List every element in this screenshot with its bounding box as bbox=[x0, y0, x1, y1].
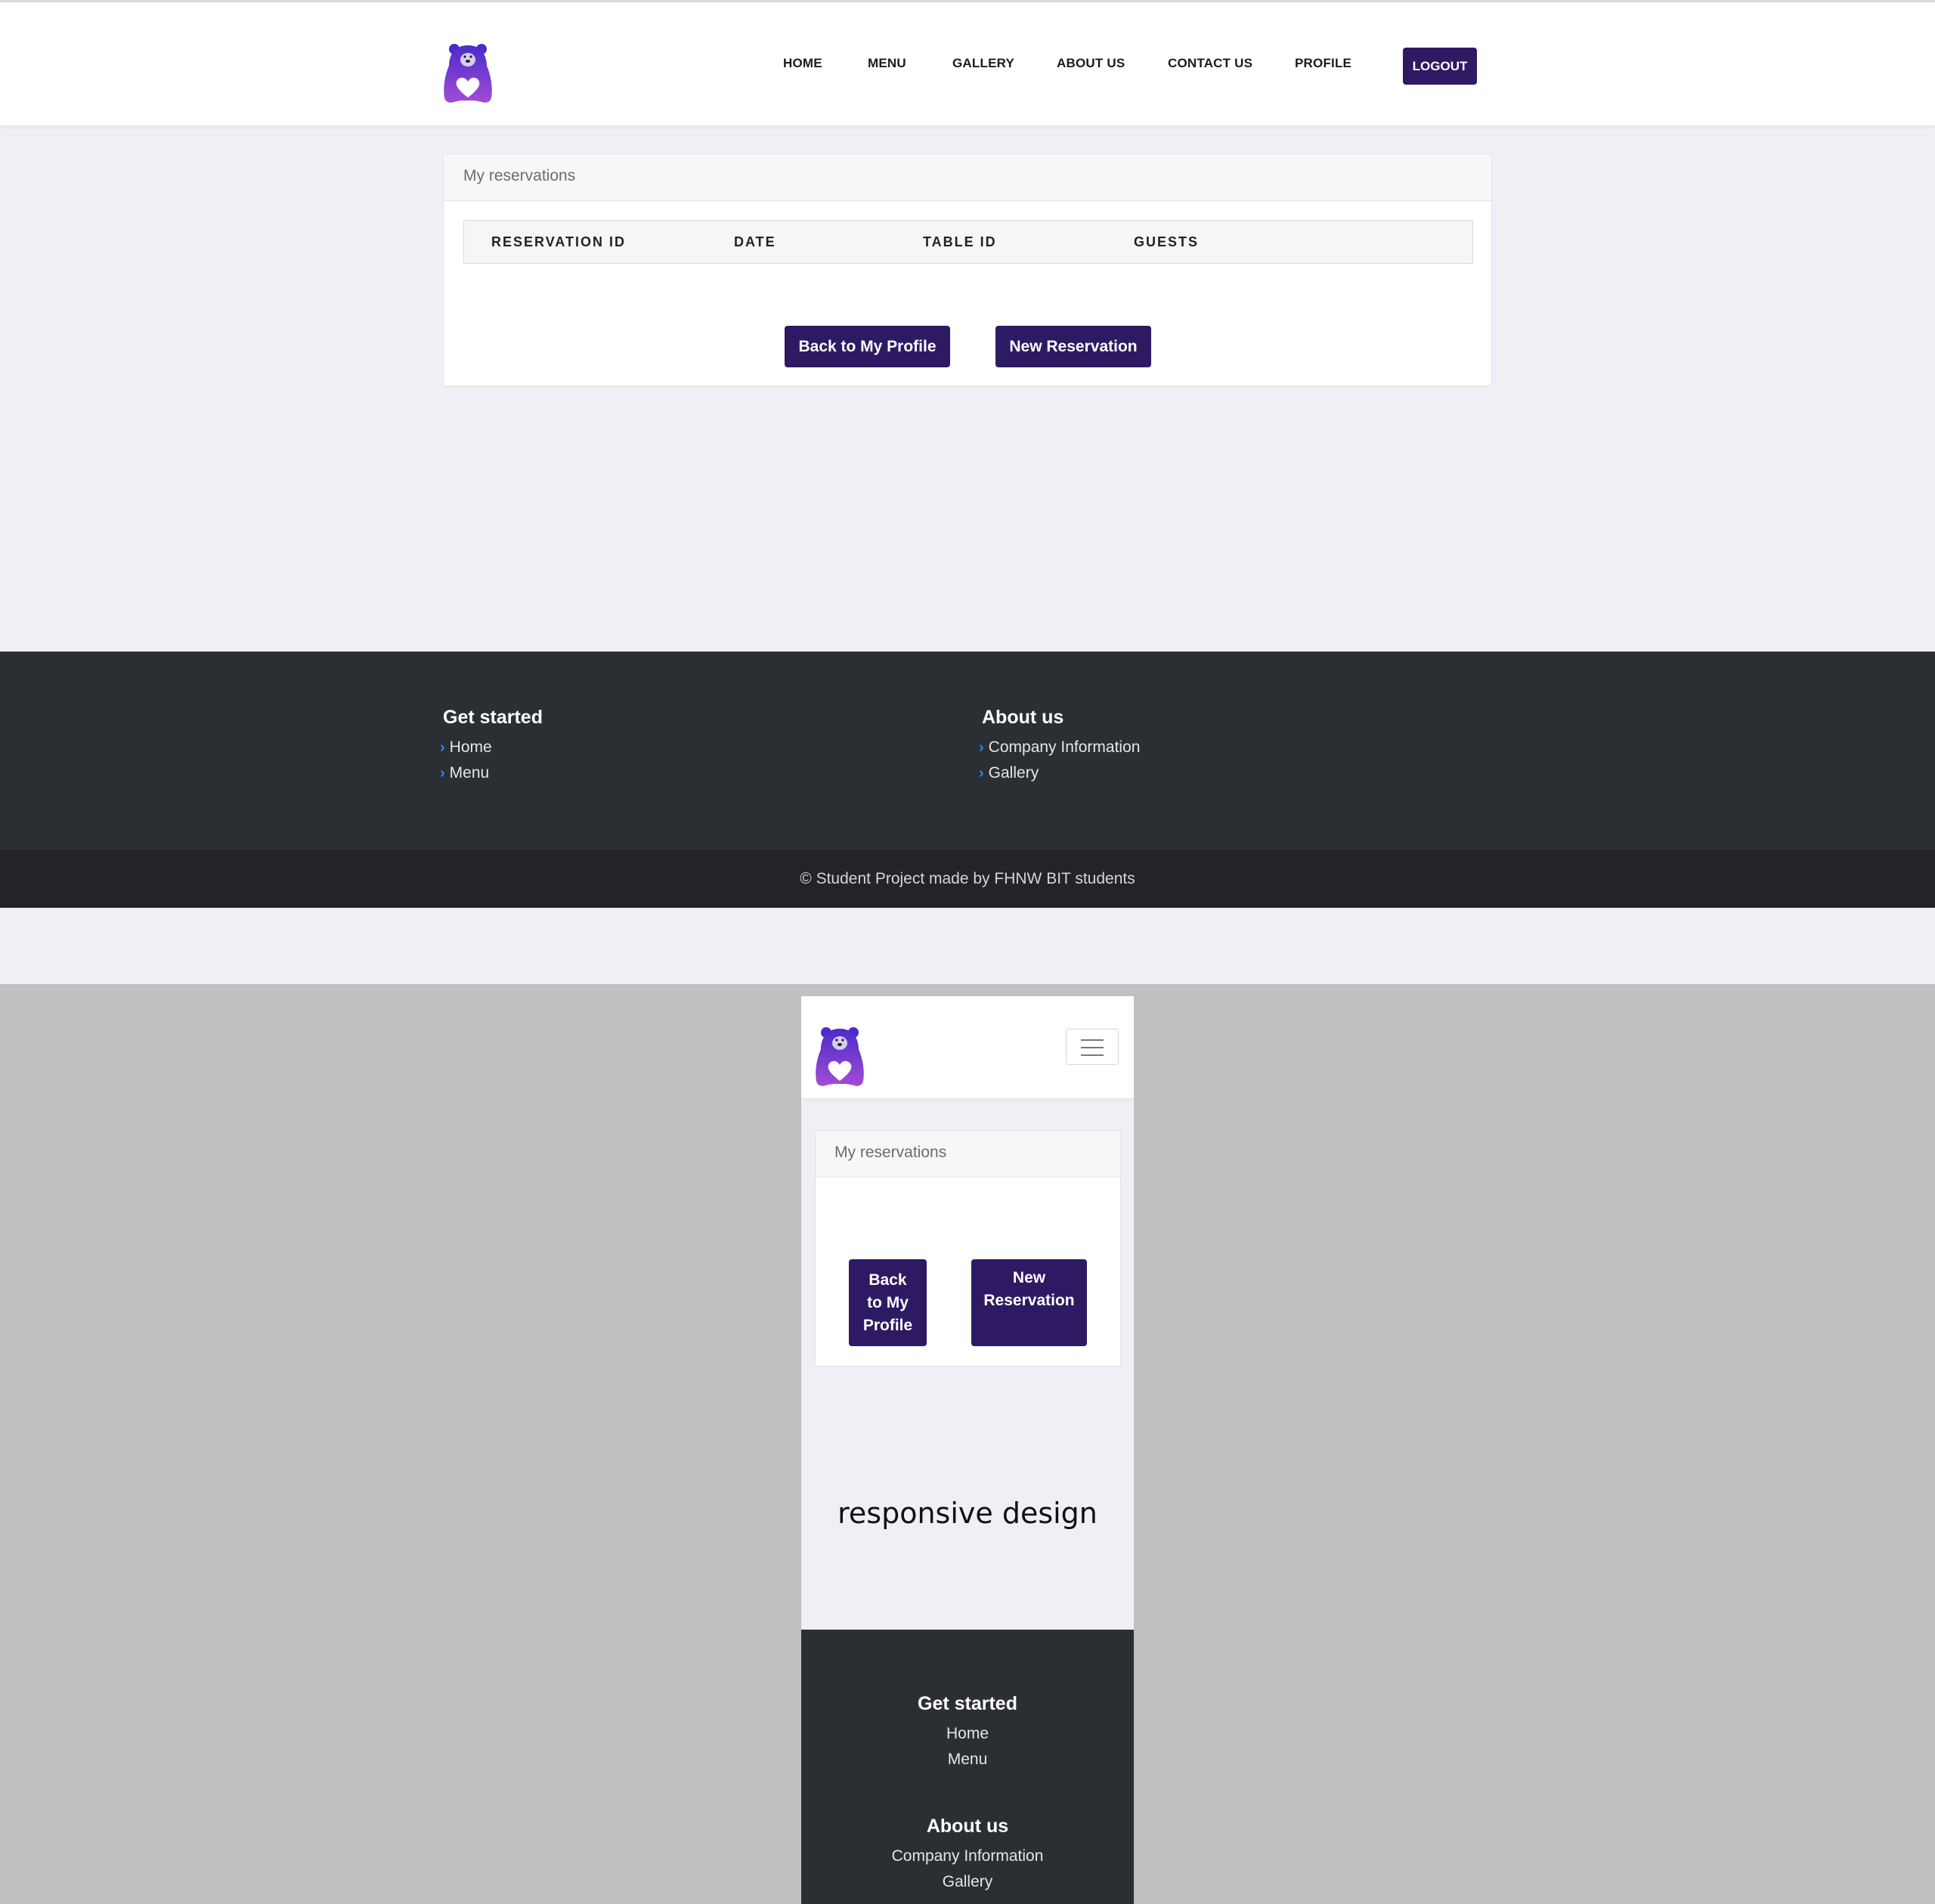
footer-link-label: Company Information bbox=[988, 738, 1141, 756]
button-label-line: Reservation bbox=[983, 1292, 1075, 1309]
column-header-table-id: TABLE ID bbox=[923, 234, 997, 249]
nav-home[interactable]: HOME bbox=[783, 56, 822, 71]
desktop-navbar: HOME MENU GALLERY ABOUT US CONTACT US PR… bbox=[0, 2, 1935, 125]
button-label-line: Profile bbox=[862, 1316, 913, 1334]
table-header-row: RESERVATION ID DATE TABLE ID GUESTS bbox=[463, 220, 1473, 264]
desktop-footer: Get started › Home › Menu About us › Compan… bbox=[0, 652, 1935, 850]
hamburger-icon-bar bbox=[1081, 1054, 1104, 1056]
column-header-reservation-id: RESERVATION ID bbox=[491, 234, 627, 249]
mobile-back-to-profile-button[interactable]: Back to My Profile bbox=[849, 1259, 927, 1346]
footer-link-company-information[interactable]: Company Information bbox=[801, 1847, 1134, 1865]
bear-logo-icon[interactable] bbox=[443, 43, 493, 104]
column-header-date: DATE bbox=[734, 234, 776, 249]
mobile-new-reservation-button[interactable]: New Reservation bbox=[971, 1259, 1087, 1346]
mobile-navbar bbox=[801, 996, 1134, 1098]
footer-link-home[interactable]: › Home bbox=[440, 738, 492, 757]
reservations-card: My reservations RESERVATION ID DATE TABL… bbox=[443, 153, 1492, 386]
copyright-bar: © Student Project made by FHNW BIT stude… bbox=[0, 850, 1935, 908]
mobile-reservations-card: My reservations Back to My Profile New R… bbox=[815, 1130, 1121, 1367]
button-label-line: to My bbox=[867, 1293, 909, 1311]
nav-gallery[interactable]: GALLERY bbox=[952, 56, 1014, 71]
footer-about-us-title: About us bbox=[926, 1816, 1009, 1837]
column-header-guests: GUESTS bbox=[1134, 234, 1200, 249]
hamburger-menu-button[interactable] bbox=[1066, 1029, 1119, 1065]
footer-link-menu[interactable]: › Menu bbox=[440, 764, 489, 782]
chevron-right-icon: › bbox=[440, 765, 445, 782]
footer-link-label: Menu bbox=[449, 764, 490, 782]
footer-link-gallery[interactable]: › Gallery bbox=[979, 764, 1039, 782]
button-label: New Reservation bbox=[983, 1267, 1074, 1312]
card-title: My reservations bbox=[444, 154, 1491, 201]
back-to-profile-button[interactable]: Back to My Profile bbox=[785, 326, 950, 367]
card-title: My reservations bbox=[816, 1131, 1120, 1178]
footer-link-menu[interactable]: Menu bbox=[801, 1751, 1134, 1769]
bear-logo-icon[interactable] bbox=[815, 1026, 865, 1087]
nav-contact-us[interactable]: CONTACT US bbox=[1168, 56, 1252, 71]
chevron-right-icon: › bbox=[979, 739, 984, 756]
footer-about-us-title: About us bbox=[982, 707, 1064, 728]
nav-menu[interactable]: MENU bbox=[868, 56, 906, 71]
footer-link-company-information[interactable]: › Company Information bbox=[979, 738, 1140, 757]
chevron-right-icon: › bbox=[979, 765, 984, 782]
hamburger-icon-bar bbox=[1081, 1039, 1104, 1041]
logout-button[interactable]: LOGOUT bbox=[1403, 48, 1477, 85]
footer-link-label: Home bbox=[449, 738, 492, 756]
button-label-line: Back bbox=[868, 1271, 907, 1289]
button-label: Back to My Profile bbox=[863, 1269, 912, 1337]
chevron-right-icon: › bbox=[440, 739, 445, 756]
new-reservation-button[interactable]: New Reservation bbox=[995, 326, 1151, 367]
responsive-design-caption: responsive design bbox=[837, 1497, 1098, 1530]
mobile-preview: My reservations Back to My Profile New R… bbox=[801, 996, 1134, 1904]
footer-get-started-title: Get started bbox=[443, 707, 543, 728]
footer-link-home[interactable]: Home bbox=[801, 1725, 1134, 1743]
mobile-footer: Get started Home Menu About us Company I… bbox=[801, 1630, 1134, 1904]
footer-get-started-title: Get started bbox=[918, 1693, 1017, 1714]
hamburger-icon-bar bbox=[1081, 1047, 1104, 1048]
button-label-line: New bbox=[1012, 1269, 1046, 1286]
nav-profile[interactable]: PROFILE bbox=[1295, 56, 1351, 71]
footer-link-label: Gallery bbox=[988, 764, 1039, 782]
nav-about-us[interactable]: ABOUT US bbox=[1057, 56, 1125, 71]
footer-link-gallery[interactable]: Gallery bbox=[801, 1873, 1134, 1891]
